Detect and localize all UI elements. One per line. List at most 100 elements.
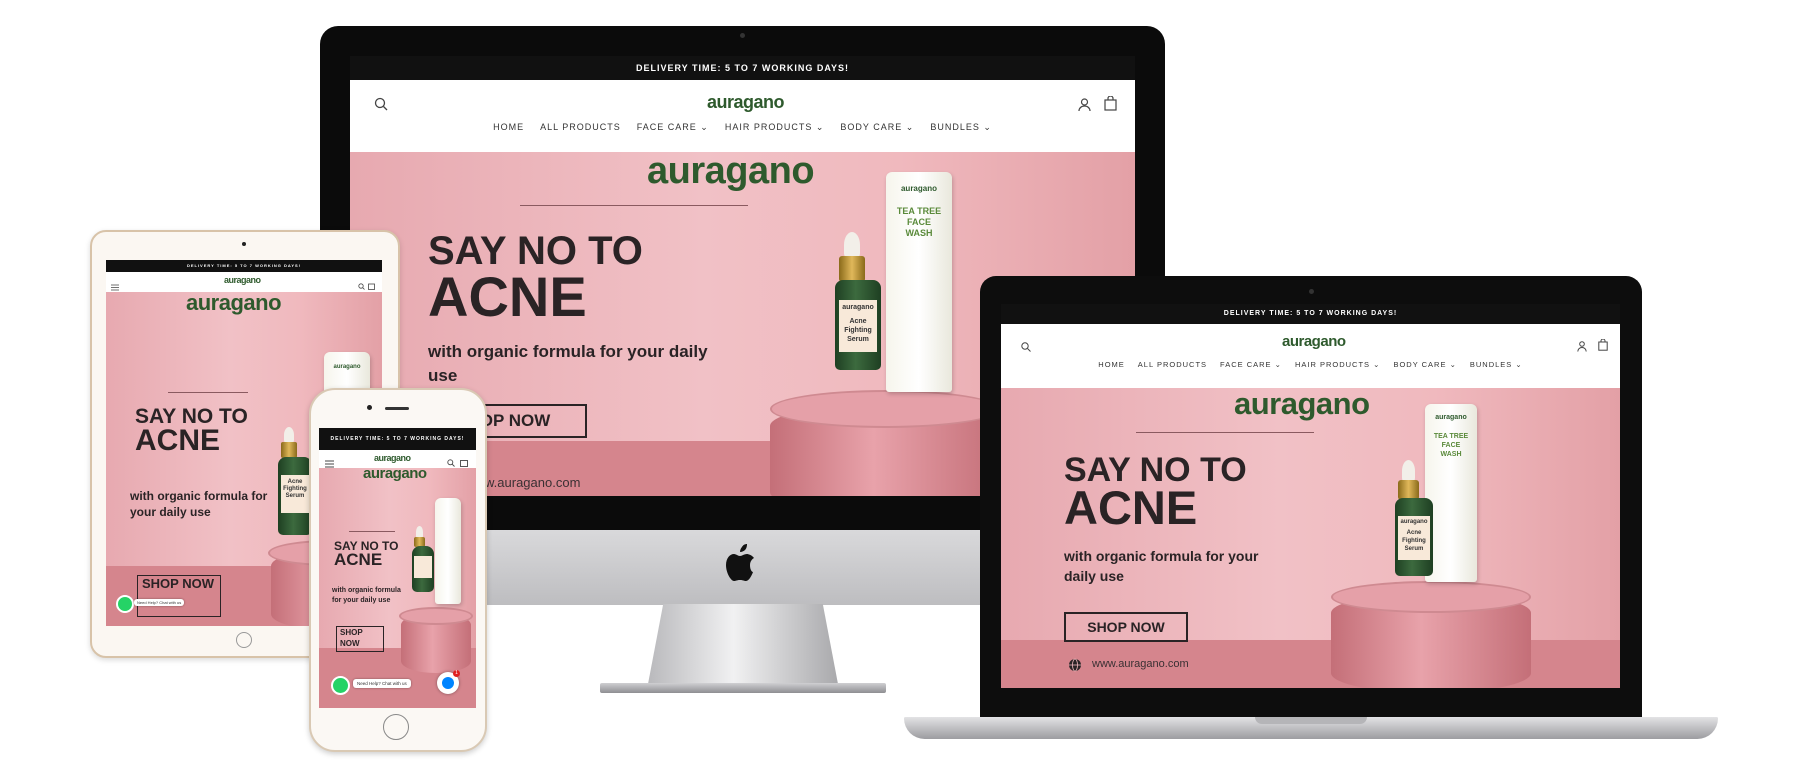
- tube-brand: auragano: [1435, 414, 1467, 421]
- announcement-bar: DELIVERY TIME: 5 TO 7 WORKING DAYS!: [1001, 304, 1620, 324]
- announcement-text: DELIVERY TIME: 5 TO 7 WORKING DAYS!: [330, 436, 465, 442]
- serum-dropper-bulb: [844, 232, 860, 258]
- nav-body-care[interactable]: BODY CARE ⌄: [1393, 360, 1456, 369]
- nav-bundles[interactable]: BUNDLES ⌄: [930, 122, 992, 133]
- nav-all-products[interactable]: ALL PRODUCTS: [1138, 360, 1207, 369]
- chevron-down-icon: ⌄: [1274, 360, 1282, 369]
- serum-name: Acne Fighting Serum: [283, 479, 307, 499]
- messenger-icon[interactable]: 1: [437, 670, 460, 694]
- hero-title-line2: ACNE: [428, 265, 587, 328]
- serum-brand: auragano: [842, 304, 874, 311]
- menu-icon[interactable]: [111, 278, 119, 291]
- site-logo-text: auragano: [707, 92, 785, 112]
- hero-title-line2: ACNE: [135, 423, 221, 457]
- whatsapp-chat-chip[interactable]: Need Help? Chat with us: [134, 599, 185, 606]
- nav-body-care-label: BODY CARE: [1393, 360, 1447, 369]
- macbook-notch: [1255, 717, 1367, 724]
- cart-icon[interactable]: [368, 277, 375, 290]
- hero-subtitle: with organic formula for your daily use: [332, 587, 401, 604]
- messenger-glyph: [442, 677, 454, 689]
- search-icon[interactable]: [358, 277, 365, 290]
- site-logo-text: auragano: [1282, 333, 1346, 350]
- hero-title: SAY NO TO ACNE: [334, 540, 398, 570]
- hero-brand-logo: auragano: [1234, 388, 1370, 422]
- whatsapp-chat-chip[interactable]: Need Help? Chat with us: [353, 679, 411, 688]
- ipad-camera: [242, 242, 246, 246]
- nav-body-care[interactable]: BODY CARE ⌄: [840, 122, 914, 133]
- nav-face-care[interactable]: FACE CARE ⌄: [1220, 360, 1282, 369]
- nav-hair-products[interactable]: HAIR PRODUCTS ⌄: [1295, 360, 1380, 369]
- account-icon[interactable]: [1577, 339, 1587, 352]
- tea-tree-face-wash-tube: auragano TEA TREE FACE WASH: [886, 172, 952, 392]
- macbook-camera: [1309, 289, 1314, 294]
- shop-now-button[interactable]: SHOP NOW: [1064, 612, 1188, 642]
- whatsapp-icon[interactable]: [331, 676, 350, 695]
- nav-home[interactable]: HOME: [1098, 360, 1125, 369]
- tube-brand: auragano: [900, 184, 937, 193]
- nav-all-products[interactable]: ALL PRODUCTS: [540, 122, 621, 133]
- nav-face-care-label: FACE CARE: [636, 122, 697, 132]
- chevron-down-icon: ⌄: [1515, 360, 1523, 369]
- announcement-text: DELIVERY TIME: 5 TO 7 WORKING DAYS!: [186, 263, 302, 268]
- serum-dropper-collar: [839, 256, 865, 282]
- shop-now-button[interactable]: SHOP NOW: [336, 626, 384, 652]
- acne-fighting-serum-bottle: Acne Fighting Serum: [278, 457, 312, 535]
- iphone-website: DELIVERY TIME: 5 TO 7 WORKING DAYS! aura…: [319, 428, 476, 708]
- iphone-speaker: [385, 407, 409, 410]
- hero-brand-text: auragano: [1234, 388, 1370, 421]
- hero-title-line2: ACNE: [334, 550, 383, 570]
- main-nav: HOME ALL PRODUCTS FACE CARE ⌄ HAIR PRODU…: [1001, 360, 1620, 369]
- iphone-camera: [367, 405, 372, 410]
- serum-dropper-collar: [1398, 480, 1419, 500]
- nav-home[interactable]: HOME: [493, 122, 524, 133]
- account-icon[interactable]: [1078, 98, 1091, 112]
- nav-hair-products[interactable]: HAIR PRODUCTS ⌄: [725, 122, 825, 133]
- site-logo[interactable]: auragano: [374, 453, 411, 463]
- shop-now-button[interactable]: SHOP NOW: [137, 575, 221, 617]
- hero-title-line2: ACNE: [1064, 481, 1198, 535]
- hero-divider: [1136, 432, 1314, 433]
- cart-icon[interactable]: [1598, 338, 1608, 351]
- imac-stand: [648, 604, 838, 684]
- serum-name: Acne Fighting Serum: [844, 318, 872, 343]
- hero-website: www.auragano.com: [1092, 658, 1189, 670]
- nav-bundles-label: BUNDLES: [1469, 360, 1513, 369]
- acne-fighting-serum-bottle: [412, 546, 434, 592]
- hero-title: SAY NO TO ACNE: [1064, 453, 1247, 535]
- acne-fighting-serum-bottle: auragano Acne Fighting Serum: [835, 280, 881, 370]
- cart-icon[interactable]: [460, 454, 468, 467]
- nav-bundles-label: BUNDLES: [930, 122, 980, 132]
- hero-brand-logo: auragano: [363, 468, 427, 482]
- search-icon[interactable]: [374, 97, 388, 111]
- serum-dropper-bulb: [1402, 460, 1415, 482]
- tube-name: TEA TREE FACE WASH: [896, 206, 942, 238]
- pedestal-top: [1331, 581, 1531, 613]
- globe-icon: [1068, 658, 1082, 672]
- whatsapp-icon[interactable]: [116, 595, 134, 613]
- site-logo[interactable]: auragano: [224, 275, 261, 285]
- site-header: auragano HOME ALL PRODUCTS FACE CARE ⌄ H…: [350, 80, 1135, 152]
- hero-title: SAY NO TO ACNE: [428, 231, 643, 328]
- site-logo[interactable]: auragano: [1282, 333, 1346, 350]
- apple-logo-icon: [725, 543, 761, 585]
- chevron-down-icon: ⌄: [1449, 360, 1457, 369]
- announcement-bar: DELIVERY TIME: 5 TO 7 WORKING DAYS!: [319, 428, 476, 450]
- main-nav: HOME ALL PRODUCTS FACE CARE ⌄ HAIR PRODU…: [350, 122, 1135, 133]
- nav-hair-products-label: HAIR PRODUCTS: [1294, 360, 1371, 369]
- cart-icon[interactable]: [1104, 95, 1117, 111]
- menu-icon[interactable]: [325, 455, 334, 468]
- nav-bundles[interactable]: BUNDLES ⌄: [1470, 360, 1523, 369]
- nav-face-care[interactable]: FACE CARE ⌄: [637, 122, 709, 133]
- search-icon[interactable]: [1021, 339, 1031, 352]
- messenger-badge: 1: [453, 670, 460, 677]
- hero-brand-logo: auragano: [186, 292, 282, 316]
- chevron-down-icon: ⌄: [1373, 360, 1381, 369]
- pedestal-top: [770, 390, 1000, 428]
- hero-title: SAY NO TO ACNE: [135, 406, 248, 457]
- search-icon[interactable]: [447, 454, 455, 467]
- imac-camera: [740, 33, 745, 38]
- announcement-text: DELIVERY TIME: 5 TO 7 WORKING DAYS!: [1223, 310, 1398, 317]
- acne-fighting-serum-bottle: auragano Acne Fighting Serum: [1395, 498, 1433, 576]
- pedestal-top: [399, 607, 473, 625]
- site-logo[interactable]: auragano: [707, 92, 785, 113]
